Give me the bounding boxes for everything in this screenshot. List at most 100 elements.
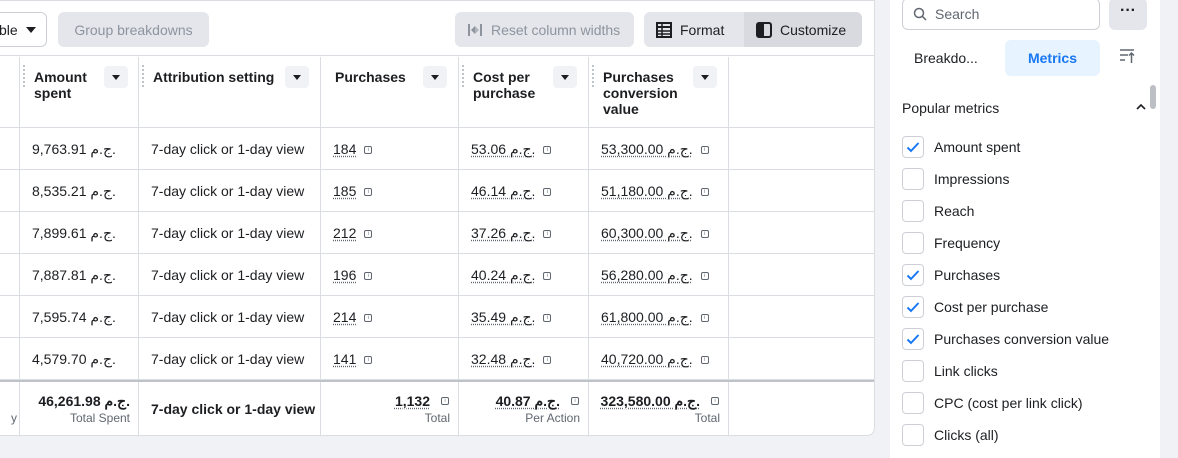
reset-column-widths-button[interactable]: Reset column widths [455, 12, 634, 47]
column-menu-icon[interactable] [693, 66, 717, 88]
metric-item[interactable]: Purchases conversion value [902, 327, 1109, 351]
column-header-conversion-value[interactable]: Purchases conversion value [589, 57, 729, 128]
info-icon[interactable]: i [700, 356, 709, 365]
column-header-purchases[interactable]: Purchases [321, 57, 459, 128]
info-icon[interactable]: i [364, 188, 373, 197]
cell-cost-value[interactable]: 53.06 ج.م. [471, 141, 535, 157]
resize-handle[interactable] [23, 65, 25, 87]
resize-handle[interactable] [142, 65, 144, 87]
resize-handle[interactable] [462, 65, 464, 87]
more-options-button[interactable]: ··· [1109, 0, 1147, 30]
cell-empty [729, 254, 874, 296]
cell-value-value[interactable]: 40,720.00 ج.م. [601, 351, 693, 367]
cell-value-value[interactable]: 60,300.00 ج.م. [601, 225, 693, 241]
info-icon[interactable]: i [711, 397, 719, 405]
info-icon[interactable]: i [700, 188, 709, 197]
table-row[interactable]: 4,579.70 ج.م. 7-day click or 1-day view 14… [0, 338, 874, 380]
info-icon[interactable]: i [571, 397, 579, 405]
info-icon[interactable]: i [700, 314, 709, 323]
metric-item[interactable]: CPC (cost per link click) [902, 391, 1083, 415]
metric-item[interactable]: Reach [902, 199, 974, 223]
cell-cost-value[interactable]: 37.26 ج.م. [471, 225, 535, 241]
metric-item[interactable]: Impressions [902, 167, 1009, 191]
cell-purchases-value[interactable]: 184 [333, 141, 356, 157]
column-header-attribution[interactable]: Attribution setting [139, 57, 321, 128]
customize-button[interactable]: Customize [744, 12, 862, 47]
info-icon[interactable]: i [543, 230, 552, 239]
checkbox-unchecked[interactable] [902, 424, 924, 446]
checkbox-checked[interactable] [902, 136, 924, 158]
tab-metrics[interactable]: Metrics [1005, 40, 1100, 76]
metric-label: Clicks (all) [934, 427, 999, 443]
tab-breakdowns[interactable]: Breakdo... [902, 40, 1000, 76]
cell-purchases-value[interactable]: 185 [333, 183, 356, 199]
cell-cost-value[interactable]: 40.24 ج.م. [471, 267, 535, 283]
cell-purchases-value[interactable]: 196 [333, 267, 356, 283]
metric-item[interactable]: Purchases [902, 263, 1000, 287]
checkbox-checked[interactable] [902, 296, 924, 318]
side-panel-scrollbar[interactable] [1150, 85, 1156, 109]
metric-search-input[interactable]: Search [902, 0, 1100, 30]
cell-cost-value[interactable]: 32.48 ج.م. [471, 351, 535, 367]
cell-value-value[interactable]: 51,180.00 ج.م. [601, 183, 693, 199]
total-cost[interactable]: 40.87 ج.م. [496, 393, 560, 410]
info-icon[interactable]: i [700, 146, 709, 155]
info-icon[interactable]: i [364, 314, 373, 323]
checkbox-unchecked[interactable] [902, 232, 924, 254]
cell-cost-value[interactable]: 46.14 ج.م. [471, 183, 535, 199]
info-icon[interactable]: i [364, 146, 373, 155]
checkbox-unchecked[interactable] [902, 168, 924, 190]
table-row[interactable]: 7,595.74 ج.م. 7-day click or 1-day view 21… [0, 296, 874, 338]
checkbox-unchecked[interactable] [902, 200, 924, 222]
checkbox-checked[interactable] [902, 264, 924, 286]
sort-icon[interactable] [1118, 47, 1136, 65]
info-icon[interactable]: i [543, 272, 552, 281]
chevron-up-icon[interactable] [1135, 101, 1147, 113]
info-icon[interactable]: i [441, 397, 449, 405]
metric-item[interactable]: Cost per purchase [902, 295, 1048, 319]
info-icon[interactable]: i [543, 146, 552, 155]
column-menu-icon[interactable] [553, 66, 577, 88]
resize-handle[interactable] [592, 65, 594, 87]
cell-cost: 46.14 ج.م. i [459, 170, 589, 212]
info-icon[interactable]: i [700, 272, 709, 281]
table-row[interactable]: 7,887.81 ج.م. 7-day click or 1-day view 19… [0, 254, 874, 296]
cell-purchases-value[interactable]: 214 [333, 309, 356, 325]
cell-value-value[interactable]: 53,300.00 ج.م. [601, 141, 693, 157]
column-header-empty [729, 57, 874, 128]
info-icon[interactable]: i [543, 188, 552, 197]
info-icon[interactable]: i [364, 230, 373, 239]
format-button[interactable]: Format [644, 12, 744, 47]
info-icon[interactable]: i [543, 314, 552, 323]
cell-value-value[interactable]: 61,800.00 ج.م. [601, 309, 693, 325]
checkbox-unchecked[interactable] [902, 360, 924, 382]
checkbox-unchecked[interactable] [902, 392, 924, 414]
metric-item[interactable]: Clicks (all) [902, 423, 999, 447]
table-row[interactable]: 9,763.91 ج.م. 7-day click or 1-day view 18… [0, 128, 874, 170]
table-row[interactable]: 7,899.61 ج.م. 7-day click or 1-day view 21… [0, 212, 874, 254]
info-icon[interactable]: i [543, 356, 552, 365]
checkbox-checked[interactable] [902, 328, 924, 350]
metric-item[interactable]: Amount spent [902, 135, 1020, 159]
cell-purchases-value[interactable]: 212 [333, 225, 356, 241]
column-menu-icon[interactable] [285, 66, 309, 88]
table-row[interactable]: 8,535.21 ج.م. 7-day click or 1-day view 18… [0, 170, 874, 212]
cell-purchases-value[interactable]: 141 [333, 351, 356, 367]
info-icon[interactable]: i [364, 272, 373, 281]
column-header-cost-per-purchase[interactable]: Cost per purchase [459, 57, 589, 128]
cell-amount: 9,763.91 ج.م. [20, 128, 139, 170]
info-icon[interactable]: i [700, 230, 709, 239]
column-header-amount-spent[interactable]: Amount spent [20, 57, 139, 128]
cell-cost-value[interactable]: 35.49 ج.م. [471, 309, 535, 325]
cell-value-value[interactable]: 56,280.00 ج.م. [601, 267, 693, 283]
total-purchases[interactable]: 1,132 [395, 393, 430, 409]
total-value[interactable]: 323,580.00 ج.م. [601, 393, 700, 410]
metric-item[interactable]: Frequency [902, 231, 1000, 255]
info-icon[interactable]: i [364, 356, 373, 365]
column-menu-icon[interactable] [104, 66, 128, 88]
group-breakdowns-button[interactable]: Group breakdowns [58, 12, 209, 47]
view-select[interactable]: ble [0, 12, 47, 47]
column-menu-icon[interactable] [423, 66, 447, 88]
metric-label: Link clicks [934, 363, 998, 379]
metric-item[interactable]: Link clicks [902, 359, 998, 383]
